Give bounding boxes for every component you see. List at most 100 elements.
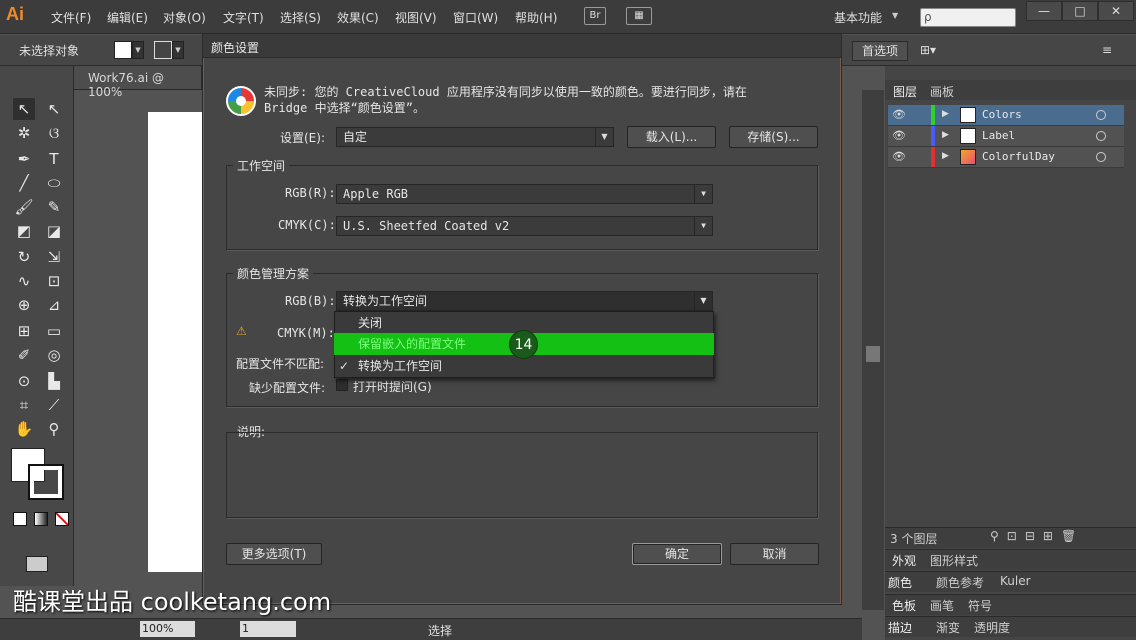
gradient-tool-icon[interactable]: ▭ <box>43 320 65 342</box>
load-button[interactable]: 载入(L)... <box>627 126 716 148</box>
tab-stroke[interactable]: 描边 <box>888 619 912 636</box>
ok-button[interactable]: 确定 <box>632 543 722 565</box>
expand-triangle-icon[interactable]: ▶ <box>942 109 949 119</box>
restore-button[interactable]: □ <box>1062 1 1098 21</box>
tab-graphic-styles[interactable]: 图形样式 <box>930 552 978 569</box>
expand-triangle-icon[interactable]: ▶ <box>942 130 949 140</box>
align-icon[interactable]: ⊞▾ <box>920 43 936 57</box>
tab-swatches[interactable]: 色板 <box>892 597 916 614</box>
tab-gradient[interactable]: 渐变 <box>936 619 960 636</box>
stroke-swatch[interactable] <box>154 41 172 59</box>
menu-view[interactable]: 视图(V) <box>395 9 437 26</box>
line-tool-icon[interactable]: ╱ <box>13 172 35 194</box>
tab-symbols[interactable]: 符号 <box>968 597 992 614</box>
pencil-tool-icon[interactable]: ✎ <box>43 196 65 218</box>
eye-icon[interactable]: 👁 <box>892 150 906 163</box>
close-button[interactable]: ✕ <box>1098 1 1134 21</box>
blob-brush-tool-icon[interactable]: ◩ <box>13 220 35 242</box>
cancel-button[interactable]: 取消 <box>730 543 819 565</box>
arrange-documents-icon[interactable]: ▦ <box>626 7 652 25</box>
layer-row[interactable]: 👁 ▶ Colors <box>888 105 1124 126</box>
eyedropper-tool-icon[interactable]: ✐ <box>13 344 35 366</box>
selection-tool-icon[interactable]: ↖ <box>13 98 35 120</box>
menu-edit[interactable]: 编辑(E) <box>107 9 148 26</box>
stroke-dropdown[interactable]: ▼ <box>172 41 184 59</box>
ask-when-opening-checkbox[interactable] <box>336 379 348 391</box>
document-tab[interactable]: Work76.ai @ 100% <box>74 66 202 99</box>
direct-selection-tool-icon[interactable]: ↖ <box>43 98 65 120</box>
magic-wand-tool-icon[interactable]: ✲ <box>13 122 35 144</box>
tab-transparency[interactable]: 透明度 <box>974 619 1010 636</box>
symbol-sprayer-tool-icon[interactable]: ⊙ <box>13 370 35 392</box>
gradient-mode-icon[interactable] <box>34 512 48 526</box>
tab-artboards[interactable]: 画板 <box>930 83 954 100</box>
eye-icon[interactable]: 👁 <box>892 108 906 121</box>
scale-tool-icon[interactable]: ⇲ <box>43 246 65 268</box>
settings-select[interactable]: 自定 ▼ <box>336 127 614 147</box>
menu-select[interactable]: 选择(S) <box>280 9 321 26</box>
tab-appearance[interactable]: 外观 <box>892 552 916 569</box>
fill-dropdown[interactable]: ▼ <box>132 41 144 59</box>
hand-tool-icon[interactable]: ✋ <box>13 418 35 440</box>
zoom-select[interactable]: 100% <box>140 621 195 637</box>
target-circle-icon[interactable] <box>1096 131 1106 141</box>
layer-actions-icon[interactable]: ⚲⊡⊟⊞🗑 <box>990 529 1084 543</box>
eraser-tool-icon[interactable]: ◪ <box>43 220 65 242</box>
menu-help[interactable]: 帮助(H) <box>515 9 557 26</box>
warp-tool-icon[interactable]: ∿ <box>13 270 35 292</box>
lasso-tool-icon[interactable]: ଓ <box>43 122 65 144</box>
save-button[interactable]: 存储(S)... <box>729 126 818 148</box>
menu-window[interactable]: 窗口(W) <box>453 9 498 26</box>
pen-tool-icon[interactable]: ✒ <box>13 148 35 170</box>
minimize-button[interactable]: — <box>1026 1 1062 21</box>
none-mode-icon[interactable] <box>55 512 69 526</box>
target-circle-icon[interactable] <box>1096 110 1106 120</box>
mesh-tool-icon[interactable]: ⊞ <box>13 320 35 342</box>
perspective-grid-tool-icon[interactable]: ⊿ <box>43 294 65 316</box>
tab-color[interactable]: 颜色 <box>888 574 912 591</box>
rgb-policy-select[interactable]: 转换为工作空间 ▼ <box>336 291 713 311</box>
layer-row[interactable]: 👁 ▶ ColorfulDay <box>888 147 1124 168</box>
artboard-tool-icon[interactable]: ⌗ <box>13 394 35 416</box>
color-mode-icon[interactable] <box>13 512 27 526</box>
tab-layers[interactable]: 图层 <box>893 83 917 100</box>
menu-file[interactable]: 文件(F) <box>51 9 91 26</box>
ellipse-tool-icon[interactable]: ⬭ <box>43 172 65 194</box>
workspace-switcher[interactable]: 基本功能 <box>834 9 882 26</box>
scrollbar-thumb[interactable] <box>866 346 880 362</box>
eye-icon[interactable]: 👁 <box>892 129 906 142</box>
zoom-tool-icon[interactable]: ⚲ <box>43 418 65 440</box>
type-tool-icon[interactable]: T <box>43 148 65 170</box>
artboard[interactable] <box>148 112 206 572</box>
page-select[interactable]: 1 <box>240 621 296 637</box>
rotate-tool-icon[interactable]: ↻ <box>13 246 35 268</box>
expand-triangle-icon[interactable]: ▶ <box>942 151 949 161</box>
rgb-workspace-select[interactable]: Apple RGB ▼ <box>336 184 713 204</box>
paintbrush-tool-icon[interactable]: 🖌 <box>13 196 35 218</box>
blend-tool-icon[interactable]: ◎ <box>43 344 65 366</box>
fill-swatch[interactable] <box>114 41 132 59</box>
tab-color-guide[interactable]: 颜色参考 <box>936 574 984 591</box>
menu-object[interactable]: 对象(O) <box>163 9 206 26</box>
cmyk-workspace-select[interactable]: U.S. Sheetfed Coated v2 ▼ <box>336 216 713 236</box>
free-transform-tool-icon[interactable]: ⊡ <box>43 270 65 292</box>
layer-row[interactable]: 👁 ▶ Label <box>888 126 1124 147</box>
check-icon: ✓ <box>339 359 350 373</box>
menu-effect[interactable]: 效果(C) <box>337 9 379 26</box>
panel-menu-icon[interactable]: ≡ <box>1102 43 1112 57</box>
search-input[interactable]: ρ <box>920 8 1016 27</box>
tab-brushes[interactable]: 画笔 <box>930 597 954 614</box>
stroke-color-box[interactable] <box>28 464 64 500</box>
slice-tool-icon[interactable]: ⟋ <box>43 394 65 416</box>
bridge-button[interactable]: Br <box>584 7 606 25</box>
target-circle-icon[interactable] <box>1096 152 1106 162</box>
menu-type[interactable]: 文字(T) <box>223 9 264 26</box>
screen-mode-icon[interactable] <box>26 556 48 572</box>
shape-builder-tool-icon[interactable]: ⊕ <box>13 294 35 316</box>
more-options-button[interactable]: 更多选项(T) <box>226 543 322 565</box>
chevron-down-icon: ▼ <box>694 217 712 235</box>
tab-kuler[interactable]: Kuler <box>1000 574 1031 588</box>
column-graph-tool-icon[interactable]: ▙ <box>43 370 65 392</box>
status-mode: 选择 <box>428 624 453 638</box>
preferences-button[interactable]: 首选项 <box>852 41 908 61</box>
